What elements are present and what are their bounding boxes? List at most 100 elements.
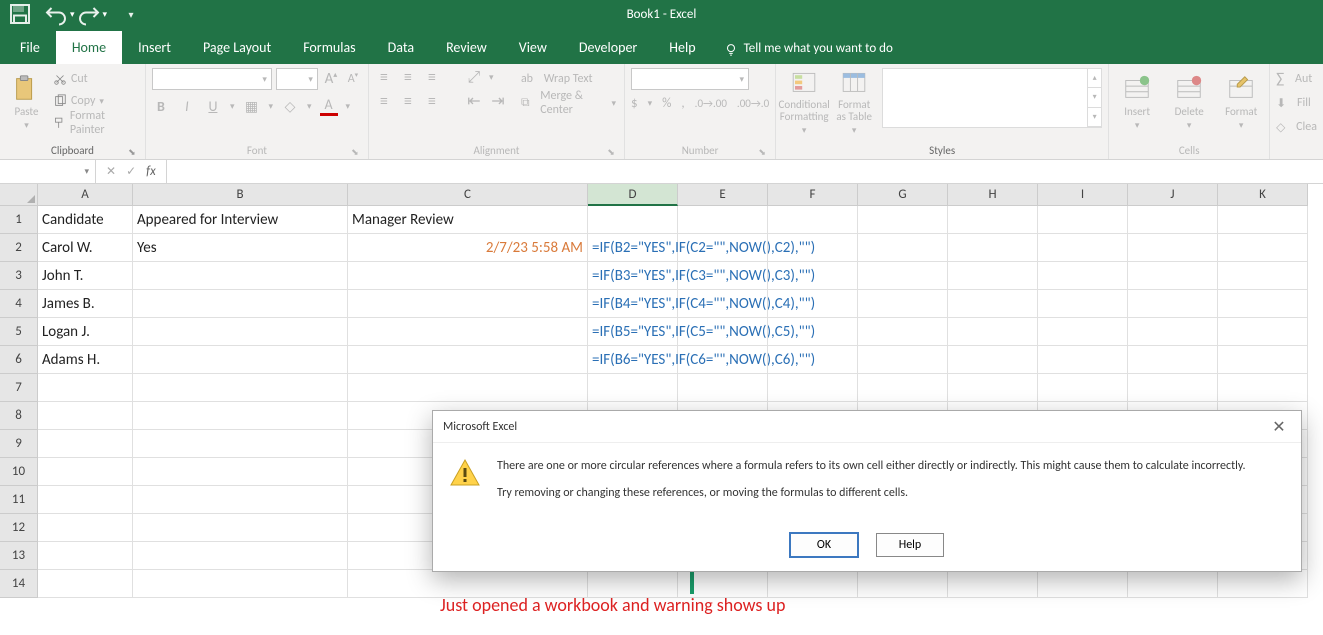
close-icon[interactable]: ✕ (1267, 417, 1291, 437)
cell-F6[interactable] (768, 346, 858, 374)
insert-cells-button[interactable]: Insert▾ (1115, 68, 1159, 136)
column-header-H[interactable]: H (948, 184, 1038, 206)
cell-B2[interactable]: Yes (133, 234, 348, 262)
cell-H4[interactable] (948, 290, 1038, 318)
cell-B12[interactable] (133, 514, 348, 542)
fill-button[interactable]: ⬇ Fill (1276, 92, 1317, 114)
paste-button[interactable]: Paste ▾ (6, 68, 47, 136)
cell-K5[interactable] (1218, 318, 1308, 346)
cell-B13[interactable] (133, 542, 348, 570)
cell-A1[interactable]: Candidate (38, 206, 133, 234)
cell-H5[interactable] (948, 318, 1038, 346)
cell-E6[interactable] (678, 346, 768, 374)
cell-E2[interactable] (678, 234, 768, 262)
cell-A5[interactable]: Logan J. (38, 318, 133, 346)
format-as-table-button[interactable]: Format as Table▾ (832, 68, 876, 136)
column-header-I[interactable]: I (1038, 184, 1128, 206)
cell-styles-gallery[interactable]: ▴ ▾ ▾ (882, 68, 1102, 128)
cell-A14[interactable] (38, 570, 133, 598)
row-header-3[interactable]: 3 (0, 262, 38, 290)
cell-H6[interactable] (948, 346, 1038, 374)
row-header-13[interactable]: 13 (0, 542, 38, 570)
accounting-format-icon[interactable]: $ (631, 96, 638, 111)
cell-J3[interactable] (1128, 262, 1218, 290)
cell-B4[interactable] (133, 290, 348, 318)
cell-A7[interactable] (38, 374, 133, 402)
tell-me-search[interactable]: Tell me what you want to do (712, 33, 905, 64)
align-center-icon[interactable]: ≡ (399, 92, 417, 110)
column-header-B[interactable]: B (133, 184, 348, 206)
cell-G2[interactable] (858, 234, 948, 262)
cell-I3[interactable] (1038, 262, 1128, 290)
cell-A6[interactable]: Adams H. (38, 346, 133, 374)
cell-C7[interactable] (348, 374, 588, 402)
cell-F2[interactable] (768, 234, 858, 262)
tab-help[interactable]: Help (653, 31, 711, 64)
cell-I5[interactable] (1038, 318, 1128, 346)
cell-B10[interactable] (133, 458, 348, 486)
cell-B11[interactable] (133, 486, 348, 514)
formula-bar-input[interactable] (167, 160, 1323, 183)
cell-J2[interactable] (1128, 234, 1218, 262)
cell-I2[interactable] (1038, 234, 1128, 262)
border-button[interactable]: ▦ (242, 98, 260, 115)
clipboard-launcher-icon[interactable]: ⬊ (127, 147, 137, 157)
name-box[interactable]: ▾ (0, 160, 96, 183)
font-launcher-icon[interactable]: ⬊ (350, 147, 360, 157)
cell-I6[interactable] (1038, 346, 1128, 374)
gallery-down-icon[interactable]: ▾ (1088, 88, 1101, 107)
cell-I4[interactable] (1038, 290, 1128, 318)
cell-G7[interactable] (858, 374, 948, 402)
cell-B14[interactable] (133, 570, 348, 598)
cell-H1[interactable] (948, 206, 1038, 234)
cell-D7[interactable] (588, 374, 678, 402)
enter-formula-icon[interactable]: ✓ (126, 164, 136, 179)
cell-H3[interactable] (948, 262, 1038, 290)
row-header-7[interactable]: 7 (0, 374, 38, 402)
autosum-button[interactable]: ∑ Aut (1276, 68, 1317, 90)
cell-K6[interactable] (1218, 346, 1308, 374)
cell-G4[interactable] (858, 290, 948, 318)
qat-customize-icon[interactable]: ▾ (119, 2, 143, 26)
cancel-formula-icon[interactable]: ✕ (106, 164, 116, 179)
cell-C4[interactable] (348, 290, 588, 318)
row-header-1[interactable]: 1 (0, 206, 38, 234)
tab-formulas[interactable]: Formulas (287, 31, 371, 64)
decrease-decimal-icon[interactable]: .00→.0 (737, 97, 769, 110)
cell-K7[interactable] (1218, 374, 1308, 402)
cell-J7[interactable] (1128, 374, 1218, 402)
wrap-text-button[interactable]: ab Wrap Text (519, 68, 618, 90)
align-right-icon[interactable]: ≡ (423, 92, 441, 110)
font-size-combo[interactable]: ▾ (276, 68, 318, 90)
cell-J5[interactable] (1128, 318, 1218, 346)
format-cells-button[interactable]: Format▾ (1219, 68, 1263, 136)
cell-A9[interactable] (38, 430, 133, 458)
underline-button[interactable]: U (204, 98, 222, 115)
increase-font-icon[interactable]: A▴ (322, 70, 340, 88)
cell-H2[interactable] (948, 234, 1038, 262)
cell-A3[interactable]: John T. (38, 262, 133, 290)
cell-C3[interactable] (348, 262, 588, 290)
format-painter-button[interactable]: Format Painter (51, 112, 139, 134)
cell-A2[interactable]: Carol W. (38, 234, 133, 262)
cell-F4[interactable] (768, 290, 858, 318)
cell-D6[interactable]: =IF(B6="YES",IF(C6="",NOW(),C6),"") (588, 346, 678, 374)
column-header-D[interactable]: D (588, 184, 678, 206)
cell-H7[interactable] (948, 374, 1038, 402)
cell-G5[interactable] (858, 318, 948, 346)
cell-J1[interactable] (1128, 206, 1218, 234)
cell-K1[interactable] (1218, 206, 1308, 234)
decrease-font-icon[interactable]: A▾ (344, 70, 362, 88)
increase-indent-icon[interactable]: ⇥ (489, 92, 507, 110)
cell-J6[interactable] (1128, 346, 1218, 374)
comma-format-icon[interactable]: , (681, 96, 684, 111)
row-header-11[interactable]: 11 (0, 486, 38, 514)
cell-D4[interactable]: =IF(B4="YES",IF(C4="",NOW(),C4),"") (588, 290, 678, 318)
row-header-14[interactable]: 14 (0, 570, 38, 598)
delete-cells-button[interactable]: Delete▾ (1167, 68, 1211, 136)
row-header-5[interactable]: 5 (0, 318, 38, 346)
column-header-A[interactable]: A (38, 184, 133, 206)
align-top-icon[interactable]: ≡ (375, 68, 393, 86)
tab-page-layout[interactable]: Page Layout (187, 31, 287, 64)
cell-A10[interactable] (38, 458, 133, 486)
